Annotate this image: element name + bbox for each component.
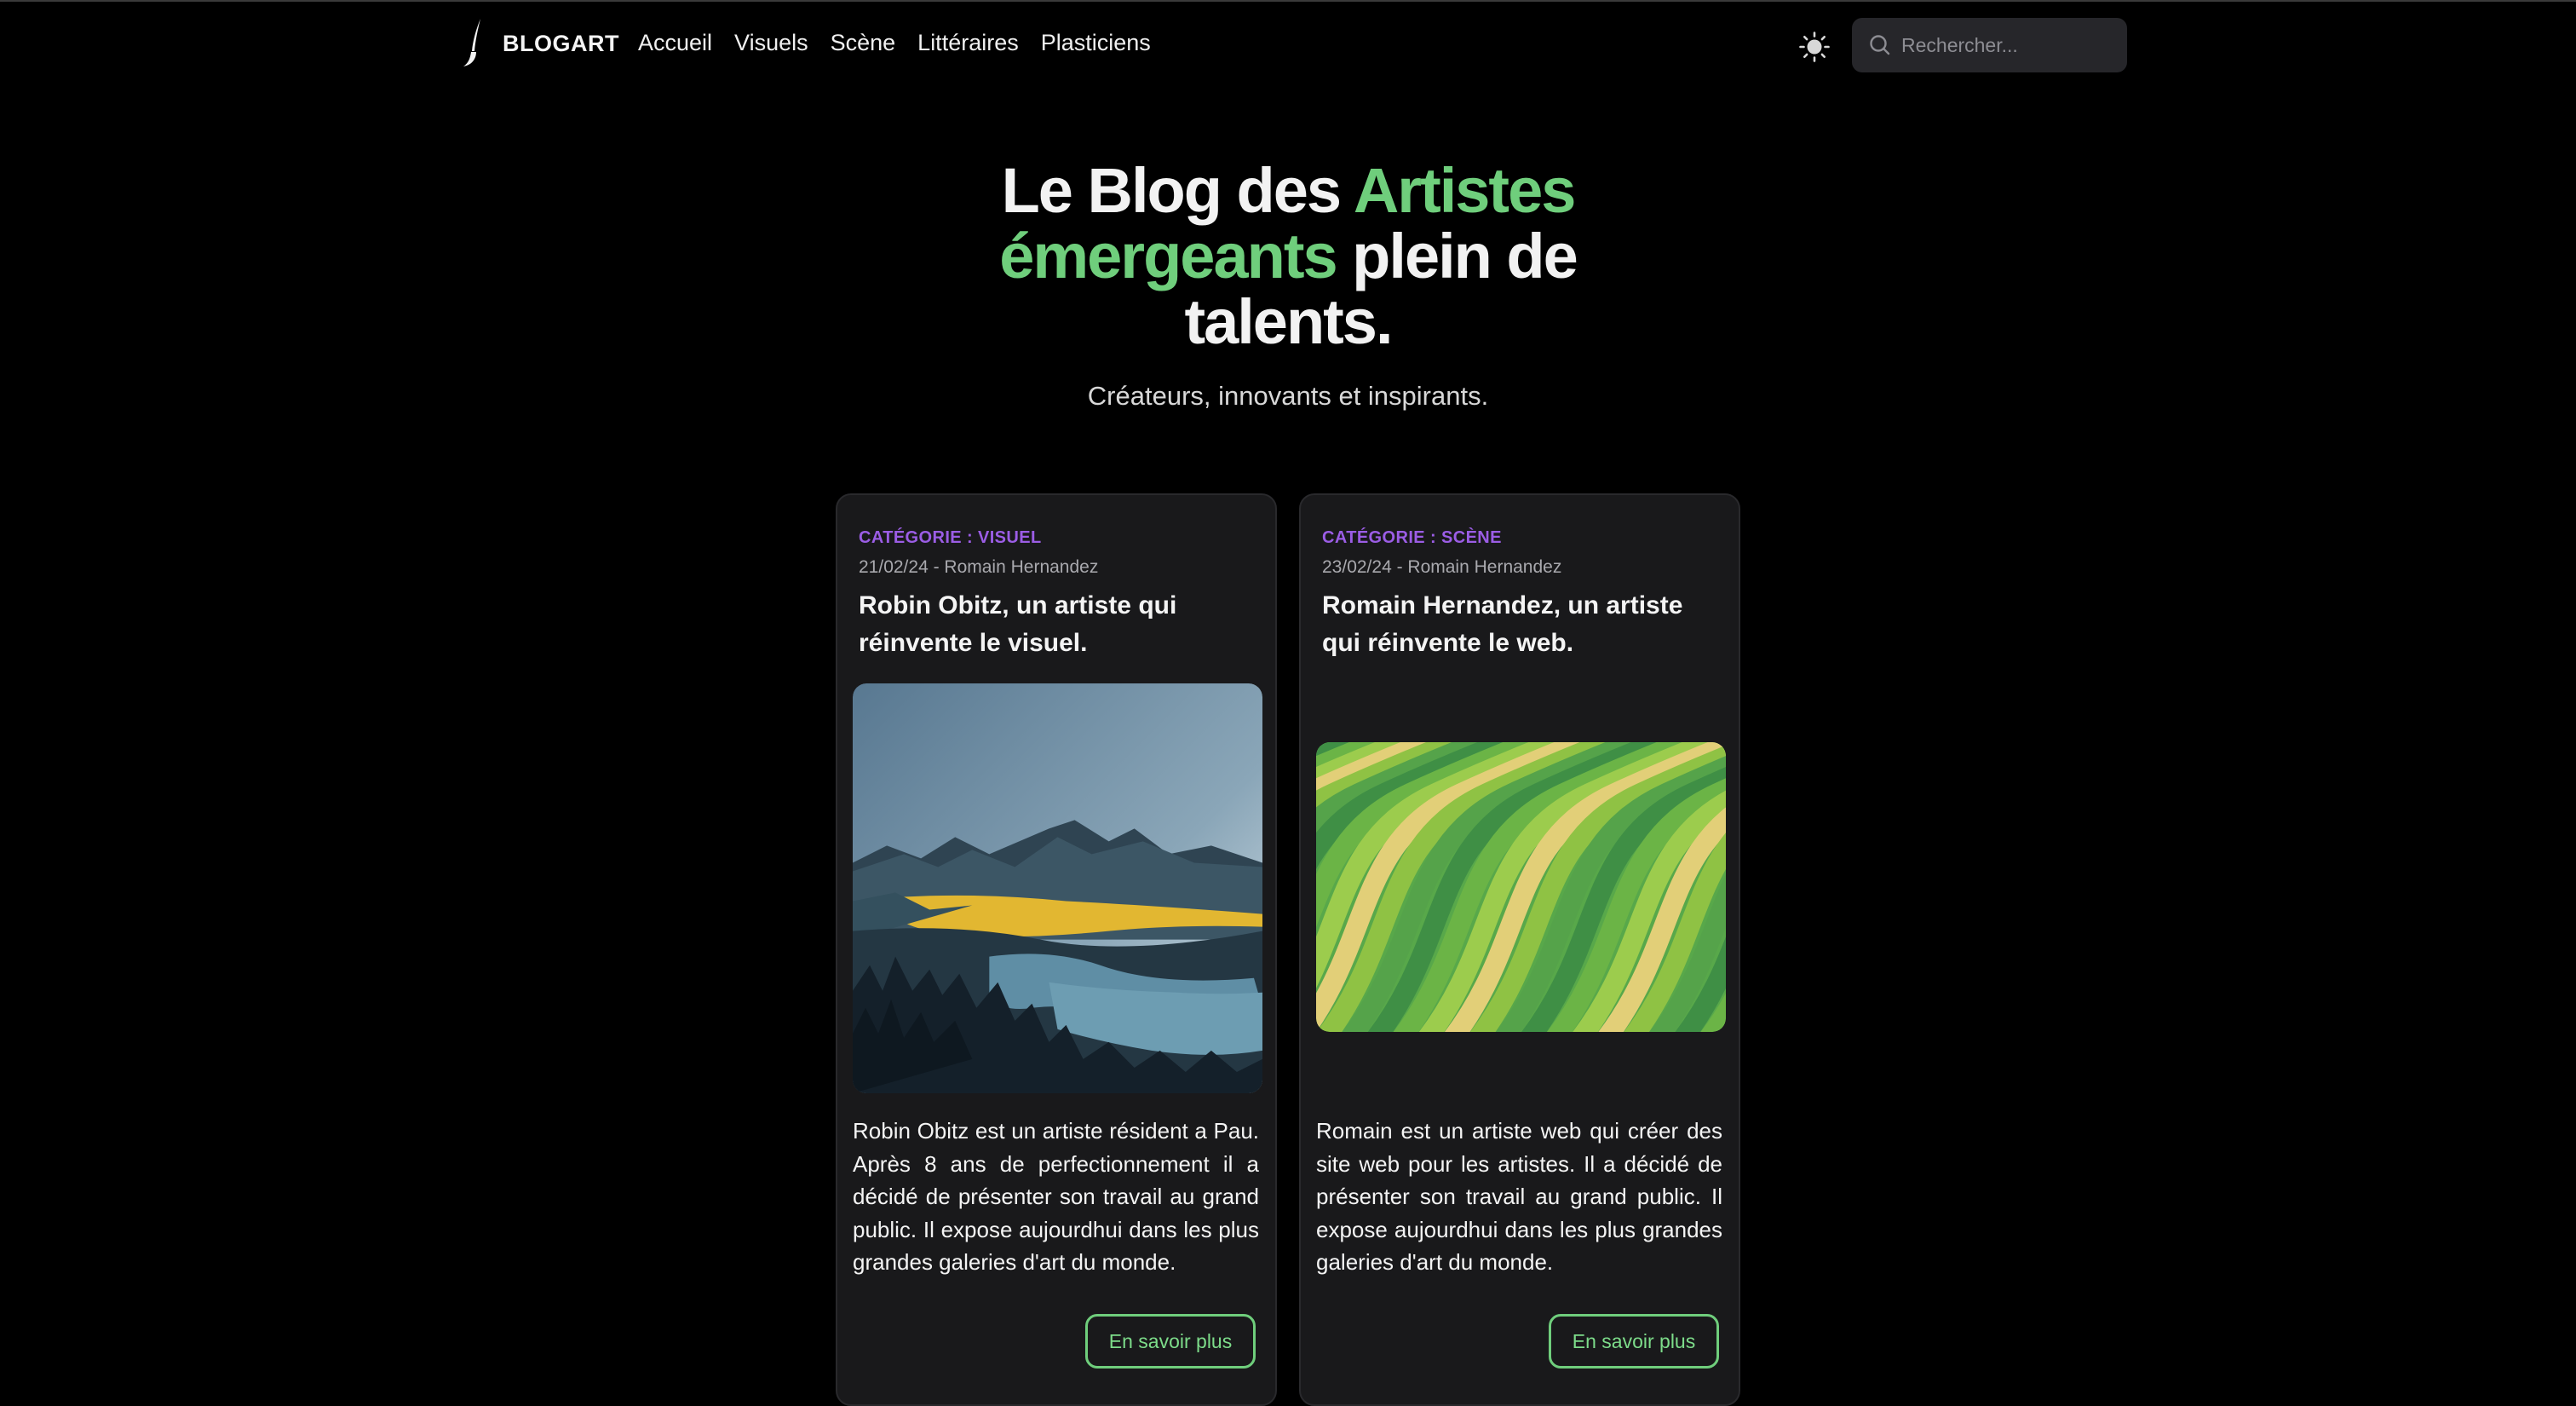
theme-toggle-button[interactable] (1797, 30, 1831, 64)
article-category: CATÉGORIE : VISUEL (859, 528, 1042, 547)
search-input[interactable] (1900, 32, 2116, 58)
hero-title-part1: Le Blog des (1001, 155, 1354, 226)
green-wave-image (1316, 742, 1726, 1032)
nav-link-scene[interactable]: Scène (831, 30, 896, 56)
navbar: BLOGART Accueil Visuels Scène Littéraire… (0, 0, 2576, 92)
brush-icon (463, 19, 480, 66)
nav-link-litteraires[interactable]: Littéraires (917, 30, 1019, 56)
nav-link-accueil[interactable]: Accueil (638, 30, 712, 56)
search-icon (1870, 35, 1890, 55)
article-card: CATÉGORIE : VISUEL 21/02/24 - Romain Her… (836, 493, 1277, 1406)
nav-link-plasticiens[interactable]: Plasticiens (1041, 30, 1151, 56)
search-box (1852, 18, 2127, 72)
mountain-lake-image (853, 683, 1262, 1093)
article-title: Romain Hernandez, un artiste qui réinven… (1322, 591, 1683, 657)
article-card: CATÉGORIE : SCÈNE 23/02/24 - Romain Hern… (1299, 493, 1740, 1406)
article-title: Robin Obitz, un artiste qui réinvente le… (859, 591, 1177, 657)
hero-title: Le Blog des Artistes émergeants plein de… (947, 158, 1629, 354)
article-excerpt: Robin Obitz est un artiste résident a Pa… (853, 1118, 1259, 1275)
read-more-button[interactable]: En savoir plus (1085, 1314, 1256, 1369)
article-meta: 21/02/24 - Romain Hernandez (859, 557, 1099, 577)
brand-name: BLOGART (503, 30, 619, 56)
logo[interactable]: BLOGART (460, 17, 619, 70)
article-excerpt: Romain est un artiste web qui créer des … (1316, 1118, 1722, 1275)
main-nav: Accueil Visuels Scène Littéraires Plasti… (638, 30, 1151, 56)
article-category: CATÉGORIE : SCÈNE (1322, 528, 1502, 547)
hero-subtitle: Créateurs, innovants et inspirants. (1087, 381, 1489, 411)
sun-icon (1799, 32, 1830, 62)
article-meta: 23/02/24 - Romain Hernandez (1322, 557, 1562, 577)
nav-link-visuels[interactable]: Visuels (734, 30, 808, 56)
read-more-button[interactable]: En savoir plus (1549, 1314, 1719, 1369)
